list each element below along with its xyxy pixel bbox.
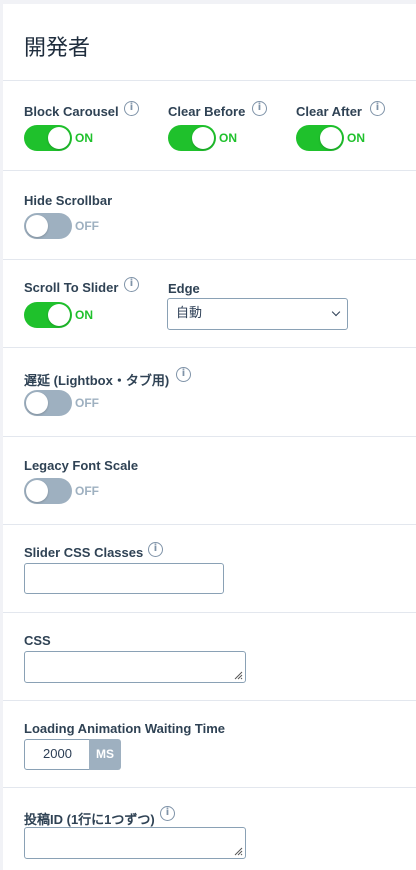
block-carousel-info-icon[interactable]: i bbox=[124, 101, 139, 116]
slider-css-classes-input[interactable] bbox=[24, 563, 224, 594]
edge-select-value: 自動 bbox=[176, 305, 203, 320]
clear-before-label: Clear Before bbox=[168, 104, 246, 119]
block-carousel-label: Block Carousel bbox=[24, 104, 119, 119]
clear-before-state: ON bbox=[219, 131, 237, 145]
scroll-to-slider-info-icon[interactable]: i bbox=[124, 277, 139, 292]
clear-after-label: Clear After bbox=[296, 104, 362, 119]
divider bbox=[3, 259, 416, 260]
hide-scrollbar-label: Hide Scrollbar bbox=[24, 193, 113, 208]
edge-label: Edge bbox=[168, 281, 200, 296]
delay-lightbox-label: 遅延 (Lightbox・タブ用) bbox=[24, 373, 170, 388]
loading-animation-unit: MS bbox=[89, 739, 121, 770]
css-textarea[interactable] bbox=[24, 651, 246, 683]
clear-before-toggle[interactable]: ON bbox=[168, 125, 268, 151]
legacy-font-scale-state: OFF bbox=[75, 484, 99, 498]
developer-panel: 開発者 Block Carousel i ON Clear Before i O… bbox=[3, 4, 416, 870]
divider bbox=[3, 80, 416, 81]
scroll-to-slider-state: ON bbox=[75, 308, 93, 322]
post-ids-info-icon[interactable]: i bbox=[160, 806, 175, 821]
divider bbox=[3, 612, 416, 613]
divider bbox=[3, 436, 416, 437]
delay-lightbox-state: OFF bbox=[75, 396, 99, 410]
divider bbox=[3, 524, 416, 525]
legacy-font-scale-label: Legacy Font Scale bbox=[24, 458, 139, 473]
clear-after-info-icon[interactable]: i bbox=[370, 101, 385, 116]
css-label: CSS bbox=[24, 633, 51, 648]
resize-handle-icon[interactable] bbox=[233, 670, 243, 680]
hide-scrollbar-toggle[interactable]: OFF bbox=[24, 213, 124, 239]
scroll-to-slider-label: Scroll To Slider bbox=[24, 280, 119, 295]
divider bbox=[3, 787, 416, 788]
post-ids-textarea[interactable] bbox=[24, 827, 246, 859]
slider-css-classes-label: Slider CSS Classes bbox=[24, 545, 144, 560]
post-ids-label: 投稿ID (1行に1つずつ) bbox=[24, 812, 155, 827]
block-carousel-state: ON bbox=[75, 131, 93, 145]
edge-select[interactable]: 自動 bbox=[167, 298, 348, 330]
hide-scrollbar-state: OFF bbox=[75, 219, 99, 233]
delay-lightbox-toggle[interactable]: OFF bbox=[24, 390, 124, 416]
divider bbox=[3, 170, 416, 171]
legacy-font-scale-toggle[interactable]: OFF bbox=[24, 478, 124, 504]
delay-lightbox-info-icon[interactable]: i bbox=[176, 367, 191, 382]
scroll-to-slider-toggle[interactable]: ON bbox=[24, 302, 124, 328]
chevron-down-icon bbox=[331, 307, 341, 317]
divider bbox=[3, 347, 416, 348]
loading-animation-label: Loading Animation Waiting Time bbox=[24, 721, 226, 736]
loading-animation-input[interactable]: 2000 bbox=[24, 739, 91, 770]
block-carousel-toggle[interactable]: ON bbox=[24, 125, 124, 151]
clear-before-info-icon[interactable]: i bbox=[252, 101, 267, 116]
slider-css-classes-info-icon[interactable]: i bbox=[148, 542, 163, 557]
clear-after-state: ON bbox=[347, 131, 365, 145]
clear-after-toggle[interactable]: ON bbox=[296, 125, 396, 151]
section-title: 開発者 bbox=[24, 36, 91, 61]
resize-handle-icon[interactable] bbox=[233, 846, 243, 856]
divider bbox=[3, 700, 416, 701]
